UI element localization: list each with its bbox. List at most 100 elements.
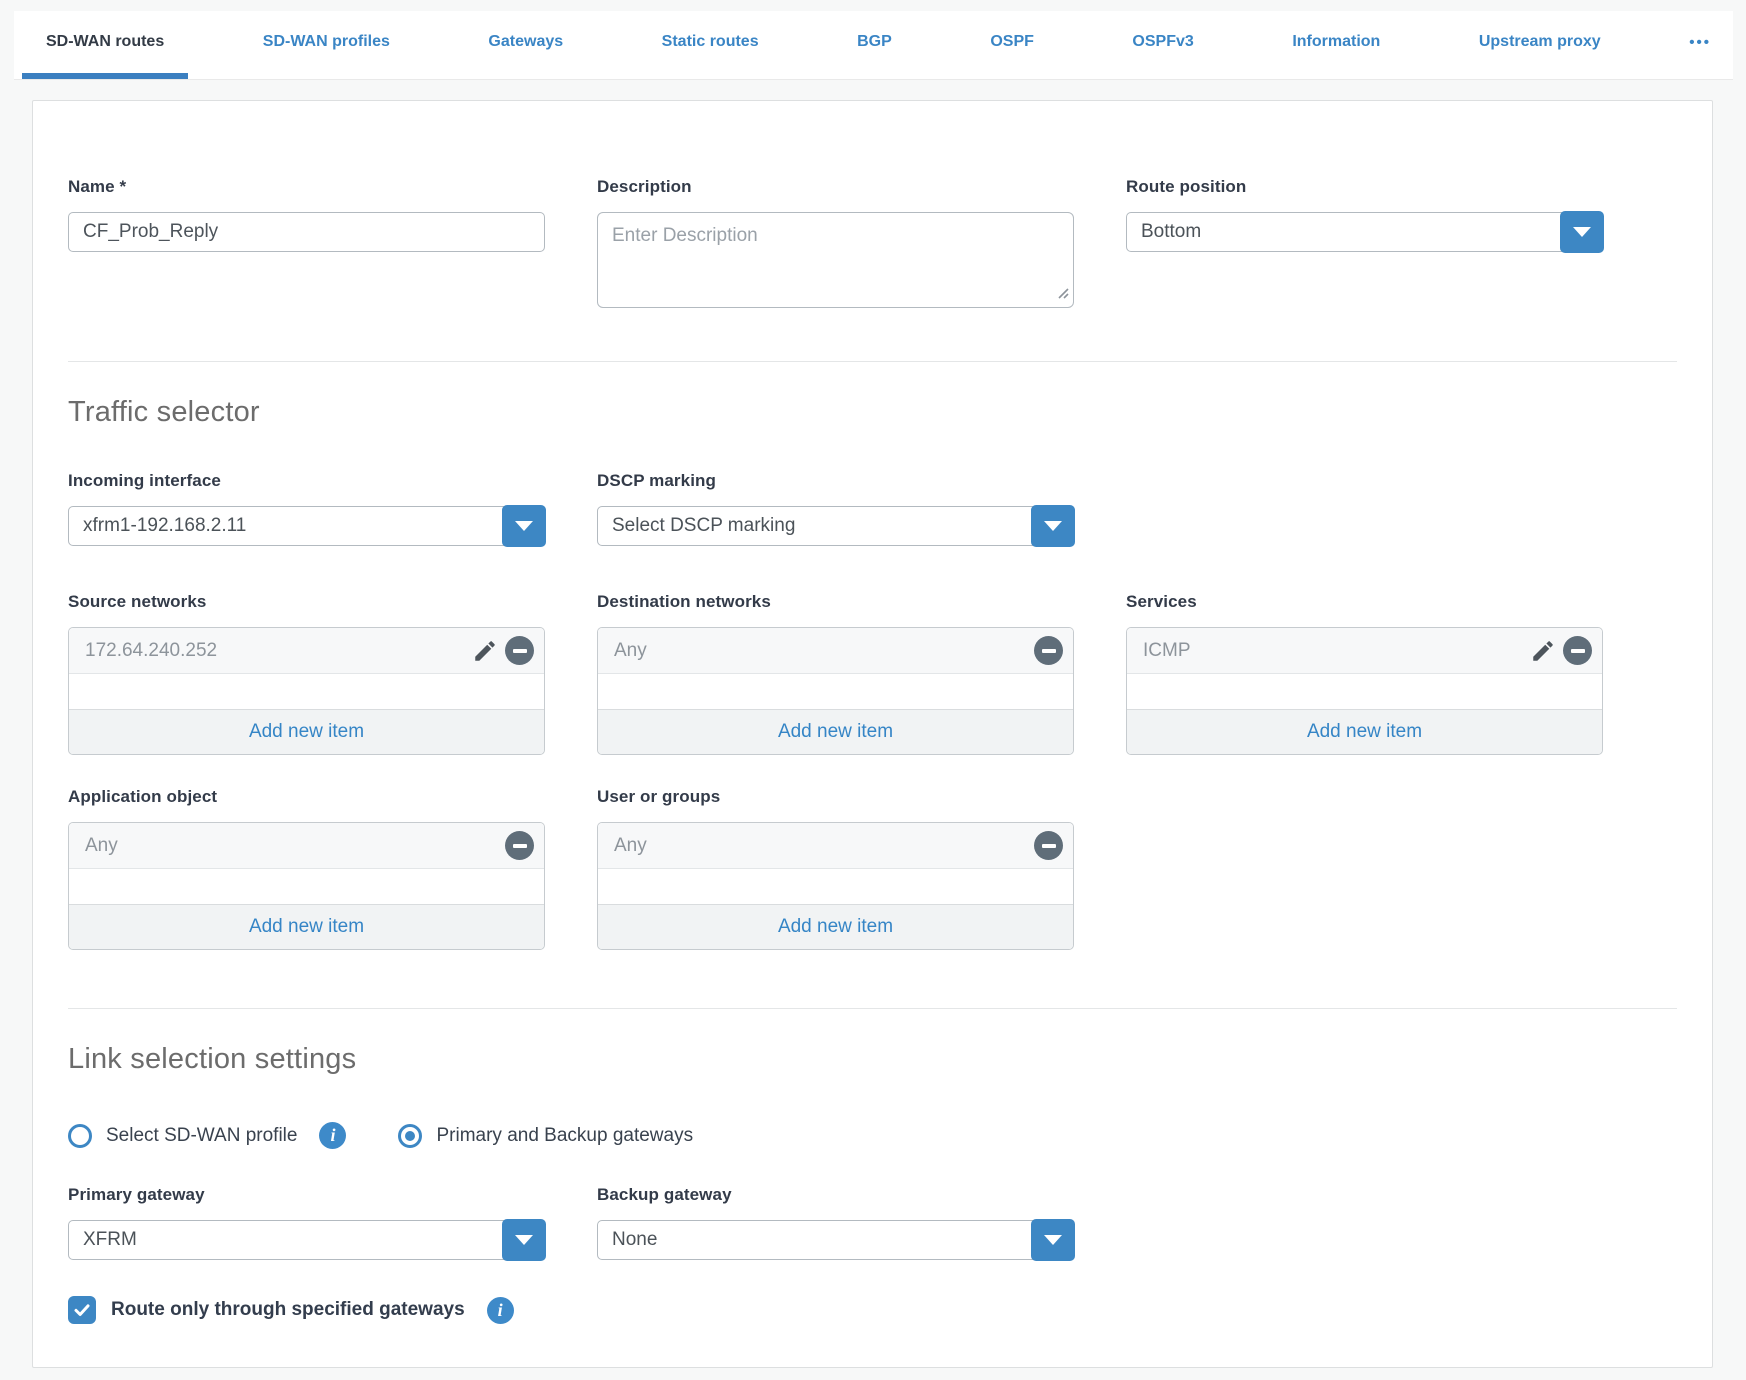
remove-item-button[interactable] (505, 636, 534, 665)
backup-gateway-value: None (612, 1229, 657, 1251)
list-empty-area (598, 869, 1073, 904)
route-position-field-group: Route position Bottom (1126, 177, 1603, 313)
remove-item-button[interactable] (505, 831, 534, 860)
list-item-value: 172.64.240.252 (85, 640, 217, 662)
incoming-interface-label: Incoming interface (68, 471, 545, 491)
source-networks-add-button[interactable]: Add new item (69, 709, 544, 754)
radio-select-sdwan-profile[interactable]: Select SD-WAN profile i (68, 1122, 346, 1149)
tab-ospf[interactable]: OSPF (966, 11, 1058, 79)
incoming-interface-field-group: Incoming interface xfrm1-192.168.2.11 (68, 471, 545, 546)
user-or-groups-listbox: Any Add new item (597, 822, 1074, 950)
remove-item-button[interactable] (1034, 636, 1063, 665)
application-object-listbox: Any Add new item (68, 822, 545, 950)
backup-gateway-dropdown-button[interactable] (1031, 1219, 1075, 1261)
services-label: Services (1126, 592, 1603, 612)
tab-gateways[interactable]: Gateways (464, 11, 587, 79)
radio-selected-icon (398, 1124, 422, 1148)
route-position-dropdown-button[interactable] (1560, 211, 1604, 253)
list-item: 172.64.240.252 (69, 628, 544, 674)
source-networks-label: Source networks (68, 592, 545, 612)
user-or-groups-group: User or groups Any Add new item (597, 787, 1074, 950)
info-icon[interactable]: i (319, 1122, 346, 1149)
primary-gateway-field-group: Primary gateway XFRM (68, 1185, 545, 1260)
list-item: Any (598, 628, 1073, 674)
destination-networks-group: Destination networks Any Add new item (597, 592, 1074, 755)
tab-static-routes[interactable]: Static routes (638, 11, 783, 79)
tab-sdwan-profiles[interactable]: SD-WAN profiles (239, 11, 414, 79)
incoming-interface-dropdown[interactable]: xfrm1-192.168.2.11 (68, 506, 545, 546)
dscp-dropdown[interactable]: Select DSCP marking (597, 506, 1074, 546)
minus-circle-icon (1563, 636, 1592, 665)
list-empty-area (69, 869, 544, 904)
user-or-groups-label: User or groups (597, 787, 1074, 807)
application-object-add-button[interactable]: Add new item (69, 904, 544, 949)
route-only-checkbox-label: Route only through specified gateways (111, 1299, 465, 1321)
radio-label: Primary and Backup gateways (436, 1125, 693, 1147)
link-selection-radio-group: Select SD-WAN profile i Primary and Back… (68, 1122, 1677, 1149)
radio-unselected-icon (68, 1124, 92, 1148)
more-tabs-icon[interactable]: ••• (1675, 11, 1725, 79)
application-object-label: Application object (68, 787, 545, 807)
remove-item-button[interactable] (1563, 636, 1592, 665)
destination-networks-add-button[interactable]: Add new item (598, 709, 1073, 754)
source-networks-group: Source networks 172.64.240.252 (68, 592, 545, 755)
backup-gateway-label: Backup gateway (597, 1185, 1074, 1205)
incoming-interface-dropdown-button[interactable] (502, 505, 546, 547)
traffic-selector-heading: Traffic selector (68, 396, 1677, 429)
services-add-button[interactable]: Add new item (1127, 709, 1602, 754)
destination-networks-listbox: Any Add new item (597, 627, 1074, 755)
primary-gateway-dropdown-button[interactable] (502, 1219, 546, 1261)
chevron-down-icon (515, 521, 533, 531)
edit-item-button[interactable] (1530, 638, 1556, 664)
backup-gateway-field-group: Backup gateway None (597, 1185, 1074, 1260)
list-empty-area (69, 674, 544, 709)
dscp-value: Select DSCP marking (612, 515, 795, 537)
list-item: Any (69, 823, 544, 869)
dscp-label: DSCP marking (597, 471, 1074, 491)
chevron-down-icon (1573, 227, 1591, 237)
incoming-interface-value: xfrm1-192.168.2.11 (83, 515, 246, 537)
minus-circle-icon (505, 831, 534, 860)
dscp-dropdown-button[interactable] (1031, 505, 1075, 547)
source-networks-listbox: 172.64.240.252 Add new item (68, 627, 545, 755)
minus-circle-icon (1034, 636, 1063, 665)
description-field-group: Description (597, 177, 1074, 313)
remove-item-button[interactable] (1034, 831, 1063, 860)
description-label: Description (597, 177, 1074, 197)
name-input[interactable] (68, 212, 545, 252)
edit-item-button[interactable] (472, 638, 498, 664)
tab-information[interactable]: Information (1268, 11, 1404, 79)
minus-circle-icon (505, 636, 534, 665)
user-or-groups-add-button[interactable]: Add new item (598, 904, 1073, 949)
route-form-card: Name * Description Route position Bottom (32, 100, 1713, 1368)
tab-sdwan-routes[interactable]: SD-WAN routes (22, 11, 188, 79)
primary-gateway-value: XFRM (83, 1229, 137, 1251)
list-item-value: Any (614, 640, 647, 662)
list-item: Any (598, 823, 1073, 869)
primary-gateway-label: Primary gateway (68, 1185, 545, 1205)
list-item-value: ICMP (1143, 640, 1191, 662)
info-icon[interactable]: i (487, 1297, 514, 1324)
list-item-value: Any (85, 835, 118, 857)
radio-label: Select SD-WAN profile (106, 1125, 297, 1147)
radio-primary-backup-gateways[interactable]: Primary and Backup gateways (398, 1124, 693, 1148)
route-only-checkbox[interactable] (68, 1296, 96, 1324)
tab-upstream-proxy[interactable]: Upstream proxy (1455, 11, 1625, 79)
route-position-dropdown[interactable]: Bottom (1126, 212, 1603, 252)
interface-row: Incoming interface xfrm1-192.168.2.11 DS… (68, 471, 1677, 546)
description-textarea[interactable] (597, 212, 1074, 308)
section-divider (68, 1008, 1677, 1009)
link-selection-heading: Link selection settings (68, 1043, 1677, 1076)
primary-gateway-dropdown[interactable]: XFRM (68, 1220, 545, 1260)
minus-circle-icon (1034, 831, 1063, 860)
backup-gateway-dropdown[interactable]: None (597, 1220, 1074, 1260)
route-only-checkbox-row: Route only through specified gateways i (68, 1296, 1677, 1324)
pencil-icon (1530, 638, 1556, 664)
application-object-group: Application object Any Add new item (68, 787, 545, 950)
tab-ospfv3[interactable]: OSPFv3 (1108, 11, 1217, 79)
resize-grip-icon[interactable] (1054, 284, 1069, 304)
tab-bgp[interactable]: BGP (833, 11, 916, 79)
list-item-value: Any (614, 835, 647, 857)
services-listbox: ICMP Add new item (1126, 627, 1603, 755)
route-position-label: Route position (1126, 177, 1603, 197)
